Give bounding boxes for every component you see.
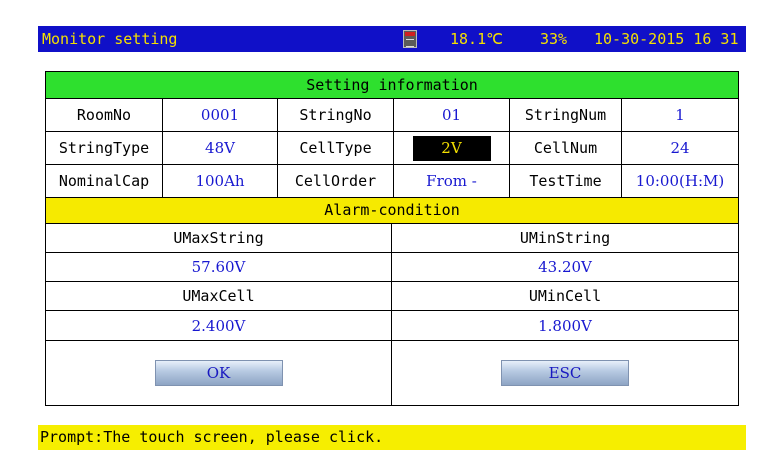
nominal-cap-label: NominalCap (46, 165, 163, 197)
umax-string-label: UMaxString (46, 224, 392, 252)
string-num-label: StringNum (510, 99, 622, 131)
umin-string-label: UMinString (519, 229, 611, 247)
setting-row: NominalCap 100Ah CellOrder From - TestTi… (46, 165, 738, 198)
percent-readout: 33% (540, 30, 568, 48)
sd-card-icon (403, 30, 417, 48)
string-num-field[interactable]: 1 (622, 99, 738, 131)
ok-button-cell: OK (46, 341, 392, 405)
umin-cell-field[interactable]: 1.800V (392, 311, 738, 340)
setting-information-heading: Setting information (46, 72, 738, 99)
string-no-label: StringNo (278, 99, 394, 131)
alarm-condition-heading: Alarm-condition (46, 198, 738, 224)
alarm-row: 2.400V 1.800V (46, 311, 738, 341)
string-type-field[interactable]: 48V (163, 132, 278, 164)
cell-order-field[interactable]: From - (394, 165, 510, 197)
button-row: OK ESC (46, 341, 738, 405)
title-bar: Monitor setting 18.1℃ 33% 10-30-2015 16 … (38, 26, 746, 52)
test-time-field[interactable]: 10:00(H:M) (622, 165, 738, 197)
umax-string-field[interactable]: 57.60V (46, 253, 392, 281)
umin-cell-label: UMinCell (528, 287, 602, 305)
alarm-row: UMaxString UMinString (46, 224, 738, 253)
settings-panel: Setting information RoomNo 0001 StringNo… (45, 71, 739, 406)
nominal-cap-field[interactable]: 100Ah (163, 165, 278, 197)
alarm-row: UMaxCell UMinCell (46, 282, 738, 311)
cell-type-field[interactable]: 2V (394, 132, 510, 164)
cell-num-field[interactable]: 24 (622, 132, 738, 164)
esc-button[interactable]: ESC (501, 360, 629, 386)
cell-num-label: CellNum (510, 132, 622, 164)
cell-order-label: CellOrder (278, 165, 394, 197)
setting-row: RoomNo 0001 StringNo 01 StringNum 1 (46, 99, 738, 132)
esc-button-cell: ESC (392, 341, 738, 405)
alarm-row: 57.60V 43.20V (46, 253, 738, 282)
test-time-label: TestTime (510, 165, 622, 197)
umax-cell-field[interactable]: 2.400V (46, 311, 392, 340)
datetime-readout: 10-30-2015 16 31 (594, 30, 739, 48)
umin-string-field[interactable]: 43.20V (392, 253, 738, 281)
room-no-field[interactable]: 0001 (163, 99, 278, 131)
umax-cell-label: UMaxCell (46, 282, 392, 310)
cell-type-label: CellType (278, 132, 394, 164)
prompt-bar: Prompt:The touch screen, please click. (38, 425, 746, 450)
setting-row: StringType 48V CellType 2V CellNum 24 (46, 132, 738, 165)
cell-type-selected-value[interactable]: 2V (412, 135, 491, 161)
screen-title: Monitor setting (42, 30, 178, 48)
temperature-readout: 18.1℃ (450, 30, 503, 48)
room-no-label: RoomNo (46, 99, 163, 131)
ok-button[interactable]: OK (154, 360, 283, 386)
string-no-field[interactable]: 01 (394, 99, 510, 131)
string-type-label: StringType (46, 132, 163, 164)
